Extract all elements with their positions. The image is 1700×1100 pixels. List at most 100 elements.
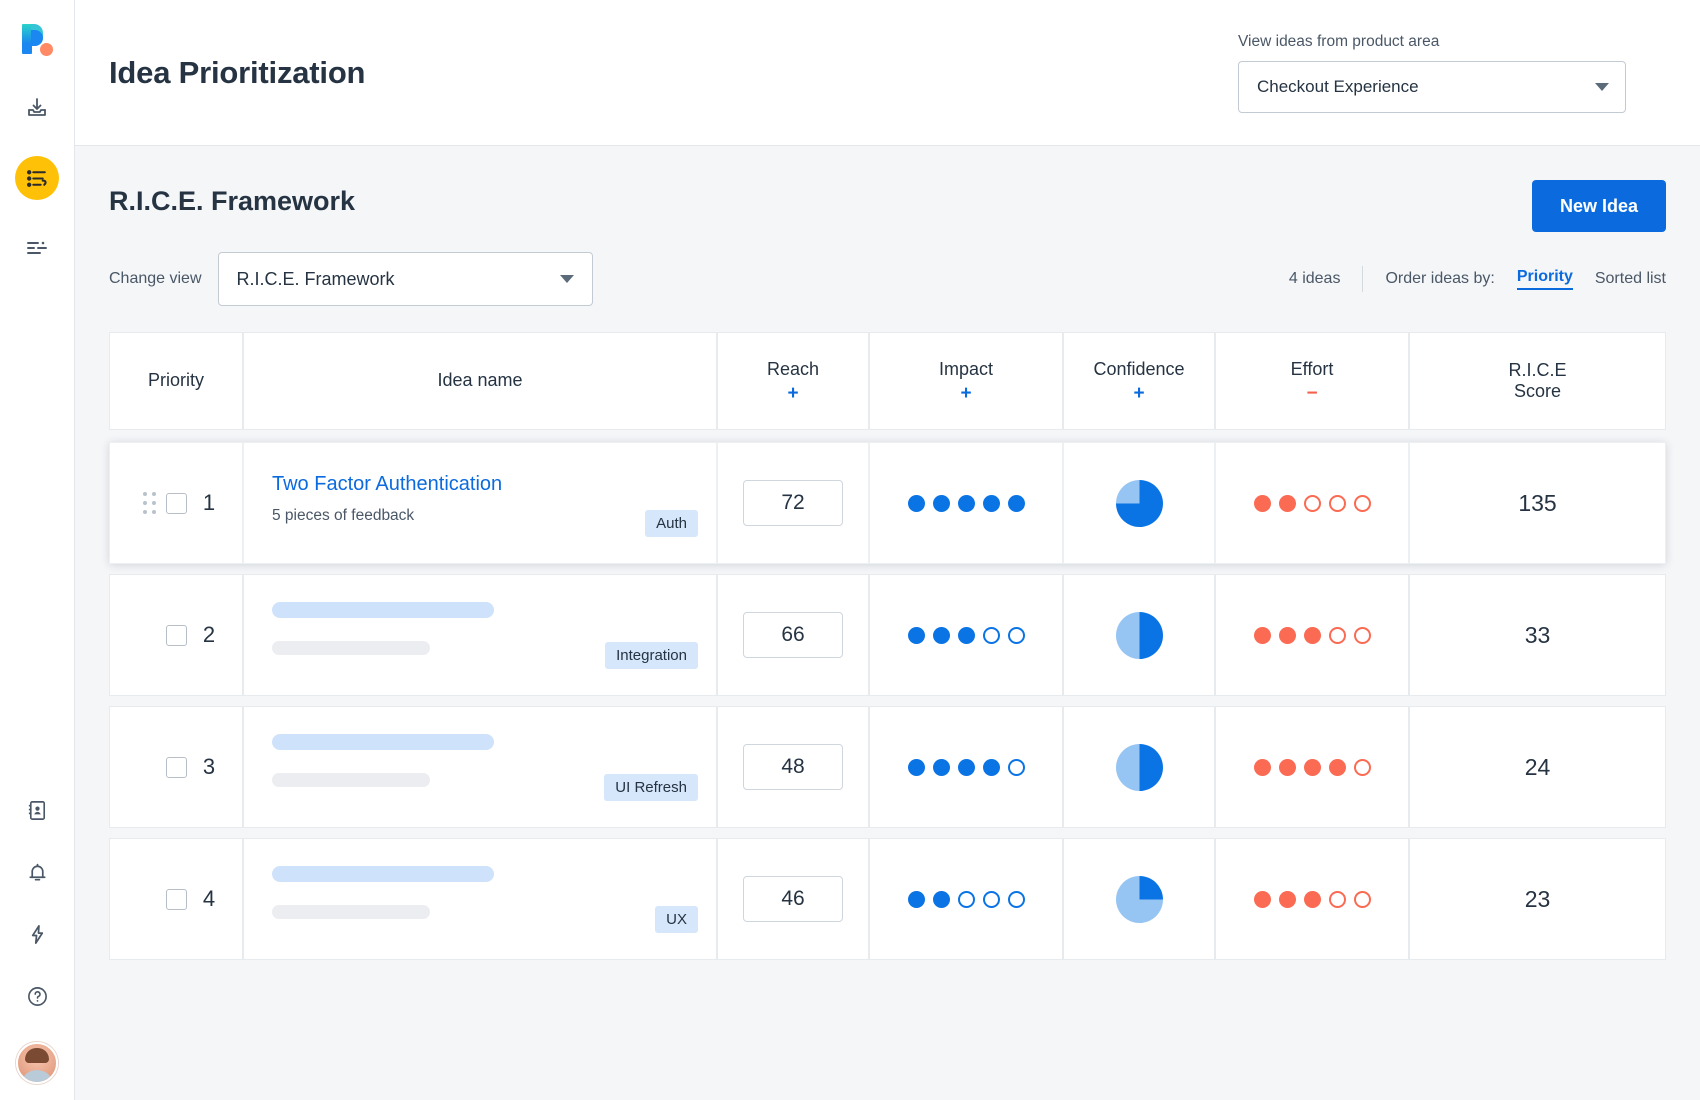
impact-dot[interactable] [907,758,925,776]
reach-cell[interactable]: 72 [717,442,869,564]
effort-dot[interactable] [1328,758,1346,776]
impact-dot[interactable] [982,626,1000,644]
import-icon[interactable] [15,86,59,130]
impact-dot[interactable] [957,890,975,908]
impact-dot[interactable] [932,494,950,512]
user-avatar[interactable] [16,1042,58,1084]
impact-dot[interactable] [957,494,975,512]
column-header-idea-name[interactable]: Idea name [243,332,717,430]
column-header-effort[interactable]: Effort − [1215,332,1409,430]
effort-dot[interactable] [1278,890,1296,908]
effort-dot[interactable] [1253,494,1271,512]
impact-dot[interactable] [932,890,950,908]
help-icon[interactable] [15,974,59,1018]
impact-cell[interactable] [869,838,1063,960]
confidence-cell[interactable] [1063,838,1215,960]
impact-dot[interactable] [1007,626,1025,644]
impact-dot[interactable] [907,494,925,512]
effort-dot[interactable] [1353,890,1371,908]
impact-dot[interactable] [1007,494,1025,512]
idea-name-cell[interactable]: UX [243,838,717,960]
idea-tag[interactable]: UX [655,906,698,933]
impact-dot[interactable] [1007,890,1025,908]
view-select[interactable]: R.I.C.E. Framework [217,252,593,306]
impact-dot[interactable] [982,494,1000,512]
reach-cell[interactable]: 46 [717,838,869,960]
impact-dot[interactable] [932,626,950,644]
reach-input[interactable]: 48 [743,744,843,790]
impact-dots[interactable] [907,494,1025,512]
prioritization-icon[interactable] [15,156,59,200]
column-header-impact[interactable]: Impact + [869,332,1063,430]
impact-dot[interactable] [932,758,950,776]
row-checkbox[interactable] [165,888,187,910]
product-area-select[interactable]: Checkout Experience [1238,60,1626,113]
table-row[interactable]: 1 Two Factor Authentication 5 pieces of fe… [109,442,1666,564]
reach-cell[interactable]: 66 [717,574,869,696]
bolt-icon[interactable] [15,912,59,956]
reach-cell[interactable]: 48 [717,706,869,828]
roadmunk-logo[interactable] [20,22,54,60]
effort-dot[interactable] [1328,494,1346,512]
impact-dots[interactable] [907,626,1025,644]
filter-icon[interactable] [15,226,59,270]
confidence-pie[interactable] [1115,611,1163,659]
effort-cell[interactable] [1215,838,1409,960]
impact-dot[interactable] [907,626,925,644]
idea-name-cell[interactable]: Two Factor Authentication 5 pieces of fee… [243,442,717,564]
effort-dots[interactable] [1253,890,1371,908]
column-header-reach[interactable]: Reach + [717,332,869,430]
idea-name-cell[interactable]: Integration [243,574,717,696]
effort-dots[interactable] [1253,494,1371,512]
contacts-icon[interactable] [15,788,59,832]
priority-cell[interactable]: 1 [109,442,243,564]
idea-name-cell[interactable]: UI Refresh [243,706,717,828]
effort-dot[interactable] [1303,758,1321,776]
confidence-cell[interactable] [1063,442,1215,564]
impact-dot[interactable] [982,890,1000,908]
reach-input[interactable]: 66 [743,612,843,658]
impact-dots[interactable] [907,758,1025,776]
new-idea-button[interactable]: New Idea [1531,180,1666,232]
priority-cell[interactable]: 4 [109,838,243,960]
effort-cell[interactable] [1215,442,1409,564]
order-option-sorted-list[interactable]: Sorted list [1595,270,1666,288]
priority-cell[interactable]: 2 [109,574,243,696]
effort-dot[interactable] [1353,758,1371,776]
row-checkbox[interactable] [165,624,187,646]
confidence-cell[interactable] [1063,706,1215,828]
impact-dots[interactable] [907,890,1025,908]
impact-dot[interactable] [907,890,925,908]
impact-dot[interactable] [957,758,975,776]
effort-dot[interactable] [1328,890,1346,908]
impact-dot[interactable] [1007,758,1025,776]
column-header-confidence[interactable]: Confidence + [1063,332,1215,430]
effort-dot[interactable] [1328,626,1346,644]
row-checkbox[interactable] [165,492,187,514]
effort-dot[interactable] [1278,494,1296,512]
effort-dot[interactable] [1303,494,1321,512]
table-row[interactable]: 4 UX 46 23 [109,838,1666,960]
effort-dot[interactable] [1278,758,1296,776]
impact-cell[interactable] [869,574,1063,696]
drag-handle-icon[interactable] [142,492,156,514]
impact-cell[interactable] [869,706,1063,828]
effort-dot[interactable] [1303,890,1321,908]
table-row[interactable]: 2 Integration 66 33 [109,574,1666,696]
column-header-priority[interactable]: Priority [109,332,243,430]
reach-input[interactable]: 72 [743,480,843,526]
effort-dot[interactable] [1353,626,1371,644]
impact-dot[interactable] [982,758,1000,776]
effort-cell[interactable] [1215,574,1409,696]
confidence-cell[interactable] [1063,574,1215,696]
effort-dots[interactable] [1253,626,1371,644]
idea-tag[interactable]: Integration [605,642,698,669]
reach-input[interactable]: 46 [743,876,843,922]
effort-dot[interactable] [1353,494,1371,512]
effort-dot[interactable] [1253,626,1271,644]
priority-cell[interactable]: 3 [109,706,243,828]
effort-dot[interactable] [1303,626,1321,644]
column-header-rice-score[interactable]: R.I.C.E Score [1409,332,1666,430]
order-option-priority[interactable]: Priority [1516,268,1573,290]
row-checkbox[interactable] [165,756,187,778]
